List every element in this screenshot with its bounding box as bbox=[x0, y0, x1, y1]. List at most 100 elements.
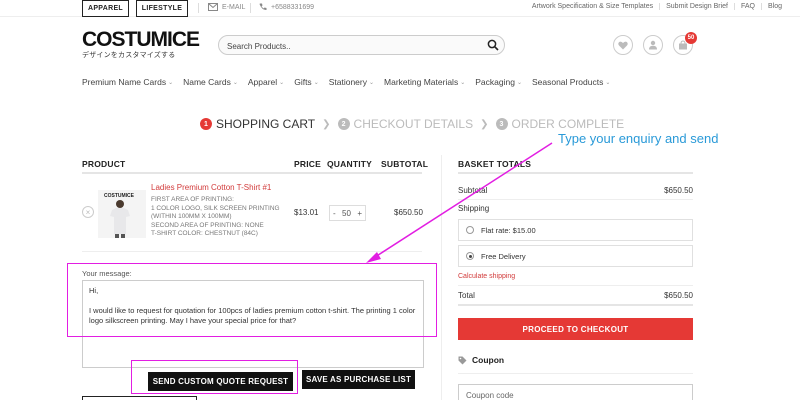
product-details: FIRST AREA OF PRINTING: 1 COLOR LOGO, SI… bbox=[151, 196, 291, 239]
continue-shopping-button[interactable] bbox=[82, 396, 197, 400]
product-price: $13.01 bbox=[294, 208, 319, 217]
radio-button-checked[interactable] bbox=[466, 252, 474, 260]
product-name-link[interactable]: Ladies Premium Cotton T-Shirt #1 bbox=[151, 183, 271, 192]
detail-line: (WITHIN 100MM X 100MM) bbox=[151, 213, 232, 220]
nav-name-cards[interactable]: Name Cards ⌄ bbox=[183, 77, 238, 87]
tag-icon bbox=[458, 356, 467, 364]
header-quantity: QUANTITY bbox=[327, 159, 373, 169]
nav-label: Stationery bbox=[328, 77, 367, 87]
nav-label: Premium Name Cards bbox=[82, 77, 167, 87]
annotation-text: Type your enquiry and send bbox=[558, 131, 719, 146]
search-bar bbox=[218, 35, 505, 56]
phone-icon bbox=[259, 3, 267, 11]
proceed-to-checkout-button[interactable]: PROCEED TO CHECKOUT bbox=[458, 318, 693, 340]
svg-text:COSTUMICE: COSTUMICE bbox=[104, 193, 135, 199]
divider bbox=[82, 251, 422, 252]
coupon-code-input[interactable] bbox=[458, 384, 693, 400]
header-price: PRICE bbox=[294, 159, 321, 169]
step-number: 3 bbox=[495, 118, 508, 130]
increment-button[interactable]: + bbox=[357, 209, 362, 218]
save-purchase-list-button[interactable]: SAVE AS PURCHASE LIST bbox=[302, 370, 415, 389]
top-link-faq[interactable]: FAQ bbox=[733, 3, 761, 10]
nav-label: Packaging bbox=[475, 77, 515, 87]
chevron-down-icon: ⌄ bbox=[232, 79, 238, 86]
product-thumbnail[interactable]: COSTUMICE bbox=[98, 190, 146, 238]
quantity-value[interactable]: 50 bbox=[342, 209, 351, 218]
phone-number: +6588331699 bbox=[271, 3, 315, 11]
annotation-arrow-head bbox=[366, 252, 381, 263]
shipping-option-free-delivery[interactable]: Free Delivery bbox=[458, 245, 693, 267]
account-button[interactable] bbox=[643, 35, 663, 55]
chevron-down-icon: ⌄ bbox=[605, 79, 611, 86]
quantity-stepper[interactable]: - 50 + bbox=[329, 205, 366, 221]
phone-link[interactable]: +6588331699 bbox=[259, 3, 314, 11]
subtotal-label: Subtotal bbox=[458, 186, 488, 195]
logo[interactable]: COSTUMICE デザインをカスタマイズする bbox=[82, 28, 200, 60]
nav-marketing-materials[interactable]: Marketing Materials ⌄ bbox=[384, 77, 465, 87]
basket-totals-title: BASKET TOTALS bbox=[458, 159, 532, 169]
decrement-button[interactable]: - bbox=[333, 209, 336, 218]
nav-apparel[interactable]: Apparel ⌄ bbox=[248, 77, 284, 87]
lifestyle-button[interactable]: LIFESTYLE bbox=[136, 0, 188, 17]
radio-button[interactable] bbox=[466, 226, 474, 234]
chevron-down-icon: ⌄ bbox=[369, 79, 375, 86]
nav-label: Name Cards bbox=[183, 77, 231, 87]
divider bbox=[250, 3, 251, 13]
main-nav: Premium Name Cards ⌄ Name Cards ⌄ Apparel ⌄… bbox=[82, 77, 620, 87]
top-link-design-brief[interactable]: Submit Design Brief bbox=[659, 3, 734, 10]
nav-stationery[interactable]: Stationery ⌄ bbox=[329, 77, 374, 87]
divider bbox=[458, 199, 693, 200]
coupon-heading: Coupon bbox=[458, 355, 504, 365]
step-checkout-details[interactable]: 2 CHECKOUT DETAILS bbox=[337, 117, 474, 131]
header-product: PRODUCT bbox=[82, 159, 126, 169]
logo-text: COSTUMICE bbox=[82, 28, 200, 51]
nav-premium-name-cards[interactable]: Premium Name Cards ⌄ bbox=[82, 77, 173, 87]
step-number: 1 bbox=[200, 118, 212, 130]
nav-label: Gifts bbox=[294, 77, 312, 87]
detail-line: 1 COLOR LOGO, SILK SCREEN PRINTING bbox=[151, 204, 280, 212]
product-subtotal: $650.50 bbox=[394, 208, 423, 217]
step-order-complete[interactable]: 3 ORDER COMPLETE bbox=[495, 117, 625, 131]
detail-line: FIRST AREA OF PRINTING: bbox=[151, 196, 234, 203]
nav-label: Marketing Materials bbox=[384, 77, 459, 87]
logo-tagline: デザインをカスタマイズする bbox=[82, 52, 176, 59]
top-link-blog[interactable]: Blog bbox=[760, 3, 788, 10]
top-link-artwork[interactable]: Artwork Specification & Size Templates bbox=[526, 3, 659, 10]
step-label: ORDER COMPLETE bbox=[511, 117, 625, 131]
wishlist-button[interactable] bbox=[613, 35, 633, 55]
total-label: Total bbox=[458, 291, 475, 300]
nav-label: Seasonal Products bbox=[531, 77, 604, 87]
nav-gifts[interactable]: Gifts ⌄ bbox=[294, 77, 319, 87]
step-shopping-cart[interactable]: 1 SHOPPING CART bbox=[200, 117, 315, 131]
divider bbox=[458, 373, 693, 374]
divider bbox=[198, 3, 199, 13]
shipping-option-label: Free Delivery bbox=[481, 251, 526, 261]
remove-item-icon[interactable]: × bbox=[82, 206, 94, 218]
total-value: $650.50 bbox=[664, 291, 693, 300]
step-label: SHOPPING CART bbox=[216, 117, 316, 131]
nav-packaging[interactable]: Packaging ⌄ bbox=[475, 77, 522, 87]
step-number: 2 bbox=[337, 118, 350, 130]
shipping-option-flat-rate[interactable]: Flat rate: $15.00 bbox=[458, 219, 693, 241]
coupon-title-text: Coupon bbox=[472, 355, 505, 365]
annotation-highlight-message bbox=[67, 263, 437, 337]
step-label: CHECKOUT DETAILS bbox=[353, 117, 474, 131]
envelope-icon bbox=[208, 3, 218, 11]
chevron-down-icon: ⌄ bbox=[313, 79, 319, 86]
top-links: Artwork Specification & Size Templates S… bbox=[526, 3, 788, 10]
search-input[interactable] bbox=[219, 37, 469, 56]
nav-seasonal-products[interactable]: Seasonal Products ⌄ bbox=[532, 77, 610, 87]
search-icon[interactable] bbox=[487, 39, 499, 51]
apparel-button[interactable]: APPAREL bbox=[82, 0, 129, 17]
header-subtotal: SUBTOTAL bbox=[381, 159, 429, 169]
chevron-right-icon: ❯ bbox=[322, 118, 331, 130]
calculate-shipping-link[interactable]: Calculate shipping bbox=[458, 273, 515, 280]
subtotal-value: $650.50 bbox=[664, 186, 693, 195]
chevron-down-icon: ⌄ bbox=[460, 79, 466, 86]
divider bbox=[441, 155, 442, 400]
detail-line: T-SHIRT COLOR: CHESTNUT (84C) bbox=[151, 230, 258, 237]
annotation-highlight-button bbox=[131, 360, 298, 394]
top-bar: APPAREL LIFESTYLE E-MAIL +6588331699 Art… bbox=[0, 0, 800, 17]
email-link[interactable]: E-MAIL bbox=[208, 3, 245, 11]
chevron-down-icon: ⌄ bbox=[168, 79, 174, 86]
